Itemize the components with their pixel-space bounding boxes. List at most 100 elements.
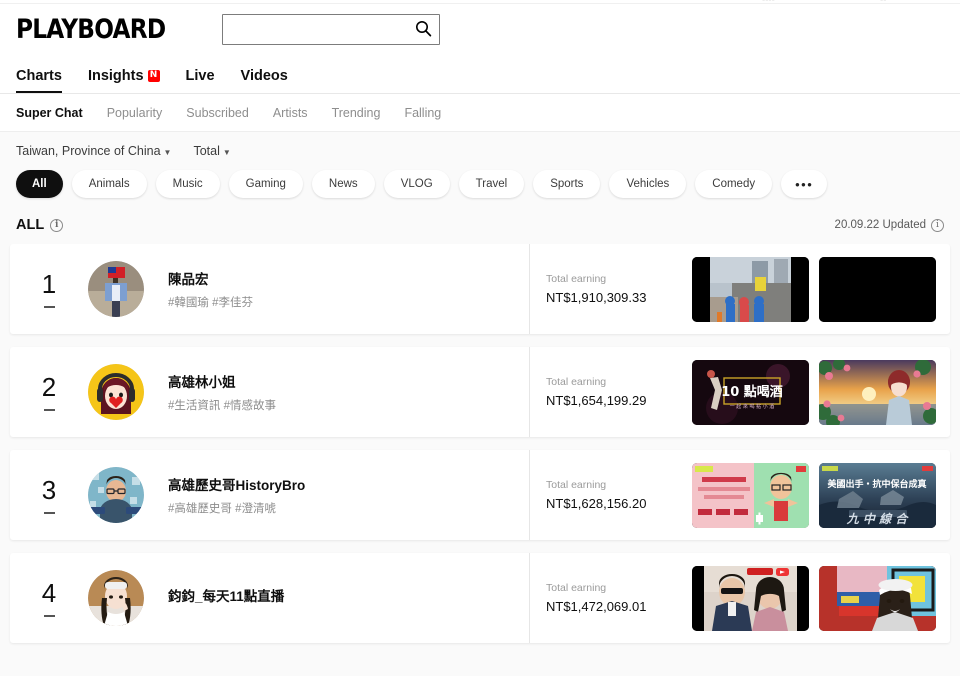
search-button[interactable] — [410, 16, 438, 42]
video-thumbnail[interactable] — [819, 565, 936, 631]
nav-tab-charts[interactable]: Charts — [16, 68, 62, 93]
rank-change-indicator — [43, 511, 55, 514]
svg-text:九 中 線 合: 九 中 線 合 — [846, 512, 910, 526]
video-thumbnail[interactable] — [692, 256, 809, 322]
filter-area: Taiwan, Province of China ▼ Total ▼ All An… — [0, 132, 960, 212]
earning-cell: Total earning NT$1,910,309.33 — [529, 244, 684, 334]
thumbnail-group: 10 點喝酒 一 起 來 喝 點 小 酒 — [692, 359, 936, 425]
earning-cell: Total earning NT$1,654,199.29 — [529, 347, 684, 437]
nav-tab-live[interactable]: Live — [186, 68, 215, 93]
channel-info: 鈞鈞_每天11點直播 — [168, 585, 529, 611]
info-icon[interactable]: i — [931, 218, 944, 232]
cutoff-ghost-text-right: ▪▪ — [880, 0, 886, 3]
avatar[interactable] — [88, 261, 144, 317]
table-row[interactable]: 4 鈞鈞_每天11點直播 Total earning NT$1,472,069.… — [10, 553, 950, 643]
channel-tags: #生活資訊 #情感故事 — [168, 400, 276, 412]
ranking-list: 1 陳品宏 #韓國瑜 #李佳芬 Total earning NT$1,910,3… — [0, 244, 960, 676]
metric-select-value: Total — [193, 144, 220, 158]
channel-tags: #韓國瑜 #李佳芬 — [168, 297, 253, 309]
avatar[interactable] — [88, 467, 144, 523]
rank-number: 3 — [41, 474, 57, 505]
info-icon[interactable]: i — [50, 218, 64, 232]
nav-tab-live-label: Live — [185, 68, 215, 84]
subnav-falling[interactable]: Falling — [404, 106, 441, 120]
page-top-cutoff-strip: ▪▪▪▪ ▪▪ — [0, 0, 960, 4]
search-input[interactable] — [221, 13, 440, 45]
chip-all[interactable]: All — [16, 170, 63, 198]
chip-comedy[interactable]: Comedy — [695, 170, 773, 198]
subnav-popularity[interactable]: Popularity — [107, 106, 163, 120]
chip-vehicles[interactable]: Vehicles — [609, 170, 687, 198]
earning-value: NT$1,628,156.20 — [546, 496, 647, 511]
chip-news[interactable]: News — [311, 170, 375, 198]
chevron-down-icon: ▼ — [163, 148, 172, 157]
nav-tab-charts-label: Charts — [16, 68, 62, 84]
video-thumbnail[interactable] — [692, 462, 809, 528]
region-select-value: Taiwan, Province of China — [16, 144, 161, 158]
chip-vlog[interactable]: VLOG — [383, 170, 450, 198]
chip-more-categories[interactable]: ••• — [781, 170, 828, 198]
video-thumbnail[interactable] — [692, 565, 809, 631]
search-box — [221, 13, 440, 45]
rank-change-indicator — [43, 408, 55, 411]
channel-info: 高雄林小姐 #生活資訊 #情感故事 — [168, 371, 529, 413]
subnav-subscribed[interactable]: Subscribed — [186, 106, 249, 120]
filter-selects: Taiwan, Province of China ▼ Total ▼ — [16, 144, 944, 158]
chevron-down-icon: ▼ — [222, 148, 231, 157]
nav-tab-insights[interactable]: Insights N — [88, 68, 160, 93]
site-header: PLAYBOARD — [0, 4, 960, 54]
rank-number: 2 — [41, 371, 57, 402]
playboard-logo[interactable]: PLAYBOARD — [16, 16, 166, 43]
rank-cell: 3 — [10, 477, 88, 514]
svg-text:美國出手・抗中保台成真: 美國出手・抗中保台成真 — [827, 478, 926, 490]
rank-cell: 1 — [10, 271, 88, 308]
earning-label: Total earning — [546, 582, 607, 594]
video-thumbnail[interactable]: 10 點喝酒 一 起 來 喝 點 小 酒 — [692, 359, 809, 425]
svg-text:10 點喝酒: 10 點喝酒 — [721, 384, 783, 400]
secondary-navigation: Super Chat Popularity Subscribed Artists… — [0, 94, 960, 132]
earning-value: NT$1,472,069.01 — [546, 599, 647, 614]
table-row[interactable]: 2 高雄林小姐 #生活資訊 #情感故事 Total earning NT$1,6… — [10, 347, 950, 437]
earning-value: NT$1,910,309.33 — [546, 290, 647, 305]
rank-number: 4 — [41, 577, 57, 608]
earning-label: Total earning — [546, 273, 607, 285]
chip-animals[interactable]: Animals — [71, 170, 147, 198]
channel-name[interactable]: 高雄林小姐 — [168, 371, 529, 391]
chip-gaming[interactable]: Gaming — [228, 170, 303, 198]
avatar[interactable] — [88, 570, 144, 626]
updated-timestamp: 20.09.22 Updated — [834, 219, 926, 231]
subnav-artists[interactable]: Artists — [273, 106, 308, 120]
avatar[interactable] — [88, 364, 144, 420]
rank-cell: 2 — [10, 374, 88, 411]
primary-navigation: Charts Insights N Live Videos — [0, 54, 960, 94]
channel-name[interactable]: 高雄歷史哥HistoryBro — [168, 474, 529, 494]
chip-music[interactable]: Music — [155, 170, 220, 198]
category-chip-list: All Animals Music Gaming News VLOG Trave… — [16, 170, 944, 212]
earning-cell: Total earning NT$1,472,069.01 — [529, 553, 684, 643]
table-row[interactable]: 1 陳品宏 #韓國瑜 #李佳芬 Total earning NT$1,910,3… — [10, 244, 950, 334]
new-badge: N — [147, 70, 160, 82]
thumbnail-group — [692, 256, 936, 322]
subnav-trending[interactable]: Trending — [332, 106, 381, 120]
video-thumbnail[interactable] — [819, 256, 936, 322]
search-icon — [416, 21, 432, 37]
channel-tags: #高雄歷史哥 #澄清唬 — [168, 503, 276, 515]
earning-cell: Total earning NT$1,628,156.20 — [529, 450, 684, 540]
subnav-super-chat[interactable]: Super Chat — [16, 106, 83, 120]
metric-select[interactable]: Total ▼ — [193, 144, 230, 158]
chip-sports[interactable]: Sports — [533, 170, 601, 198]
channel-name[interactable]: 鈞鈞_每天11點直播 — [168, 585, 529, 605]
region-select[interactable]: Taiwan, Province of China ▼ — [16, 144, 171, 158]
earning-value: NT$1,654,199.29 — [546, 393, 647, 408]
chip-travel[interactable]: Travel — [458, 170, 525, 198]
video-thumbnail[interactable]: 美國出手・抗中保台成真 九 中 線 合 — [819, 462, 936, 528]
rank-change-indicator — [43, 305, 55, 308]
svg-text:一 起 來 喝 點 小 酒: 一 起 來 喝 點 小 酒 — [730, 403, 775, 410]
nav-tab-videos[interactable]: Videos — [241, 68, 288, 93]
thumbnail-group: 美國出手・抗中保台成真 九 中 線 合 — [692, 462, 936, 528]
updated-group: 20.09.22 Updated i — [834, 218, 944, 232]
channel-name[interactable]: 陳品宏 — [168, 268, 529, 288]
video-thumbnail[interactable] — [819, 359, 936, 425]
rank-number: 1 — [41, 268, 57, 299]
table-row[interactable]: 3 高雄歷史哥HistoryBro #高雄歷史哥 #澄清唬 Total earn… — [10, 450, 950, 540]
